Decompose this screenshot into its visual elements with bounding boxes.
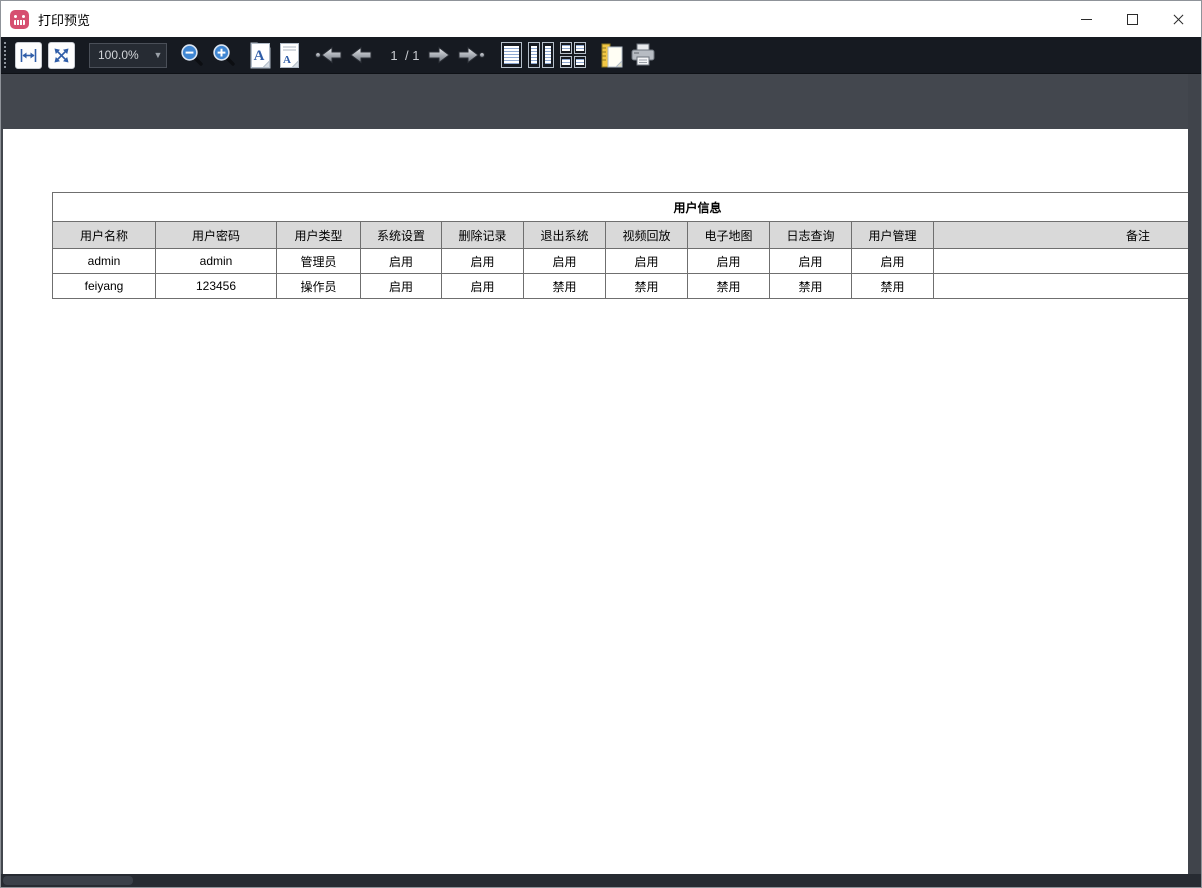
cell: 禁用	[852, 274, 934, 299]
cell: 禁用	[688, 274, 770, 299]
svg-text:A: A	[283, 54, 291, 66]
table-row: feiyang 123456 操作员 启用 启用 禁用 禁用 禁用 禁用 禁用	[53, 274, 1189, 299]
fit-width-icon	[15, 42, 42, 69]
svg-text:A: A	[254, 48, 265, 64]
app-icon	[10, 10, 29, 29]
page-setup-icon	[600, 42, 624, 69]
column-header: 用户管理	[852, 222, 934, 249]
first-page-button[interactable]	[315, 41, 343, 69]
cell	[934, 249, 1189, 274]
cell: admin	[156, 249, 277, 274]
column-header: 退出系统	[524, 222, 606, 249]
last-page-button[interactable]	[457, 41, 485, 69]
print-button[interactable]	[630, 41, 656, 69]
column-header: 备注	[934, 222, 1189, 249]
cell: 启用	[361, 249, 442, 274]
zoom-out-button[interactable]	[179, 41, 205, 69]
four-page-view-button[interactable]	[560, 41, 586, 69]
preview-canvas: 用户信息 用户名称 用户密码 用户类型 系统设置 删除记录 退出系统 视频回放 …	[1, 74, 1201, 887]
cell: 123456	[156, 274, 277, 299]
page-setup-button[interactable]	[600, 41, 624, 69]
next-page-button[interactable]	[427, 41, 451, 69]
zoom-combobox[interactable]: 100.0% ▼	[89, 43, 167, 68]
fit-width-button[interactable]	[15, 41, 42, 69]
column-header: 日志查询	[770, 222, 852, 249]
maximize-icon	[1127, 14, 1138, 25]
single-page-view-icon	[501, 42, 522, 68]
horizontal-scrollbar-track[interactable]	[1, 874, 1201, 887]
close-icon	[1173, 14, 1184, 25]
minimize-icon	[1081, 19, 1092, 20]
user-info-table: 用户信息 用户名称 用户密码 用户类型 系统设置 删除记录 退出系统 视频回放 …	[52, 192, 1188, 299]
cell: feiyang	[53, 274, 156, 299]
print-preview-window: 打印预览	[0, 0, 1202, 888]
cell: 启用	[770, 249, 852, 274]
fit-page-button[interactable]	[48, 41, 75, 69]
toolbar-grip[interactable]	[4, 42, 9, 68]
cell: 启用	[524, 249, 606, 274]
cell: 禁用	[606, 274, 688, 299]
table-row: admin admin 管理员 启用 启用 启用 启用 启用 启用 启用	[53, 249, 1189, 274]
two-page-view-icon	[528, 42, 554, 68]
cell: 启用	[442, 249, 524, 274]
font-larger-icon: A	[278, 42, 301, 69]
prev-page-button[interactable]	[349, 41, 373, 69]
two-page-view-button[interactable]	[528, 41, 554, 69]
vertical-scrollbar-track	[1188, 74, 1201, 887]
column-header: 删除记录	[442, 222, 524, 249]
column-header: 用户密码	[156, 222, 277, 249]
cell: 启用	[606, 249, 688, 274]
first-page-icon	[315, 46, 343, 64]
cell: 启用	[688, 249, 770, 274]
four-page-view-icon	[560, 42, 586, 68]
column-header: 电子地图	[688, 222, 770, 249]
page-number-input[interactable]: 1	[387, 48, 401, 63]
last-page-icon	[457, 46, 485, 64]
column-header: 系统设置	[361, 222, 442, 249]
font-larger-button[interactable]: A	[278, 41, 301, 69]
close-button[interactable]	[1155, 1, 1201, 37]
table-header-row: 用户名称 用户密码 用户类型 系统设置 删除记录 退出系统 视频回放 电子地图 …	[53, 222, 1189, 249]
zoom-in-icon	[211, 42, 237, 68]
column-header: 用户名称	[53, 222, 156, 249]
cell: 管理员	[277, 249, 361, 274]
chevron-down-icon: ▼	[150, 50, 166, 60]
table-title-row: 用户信息	[53, 193, 1189, 222]
next-page-icon	[427, 46, 451, 64]
print-icon	[630, 43, 656, 67]
column-header: 用户类型	[277, 222, 361, 249]
font-smaller-icon: A	[249, 42, 272, 69]
page-total-label: / 1	[405, 48, 419, 63]
cell: 启用	[442, 274, 524, 299]
preview-page: 用户信息 用户名称 用户密码 用户类型 系统设置 删除记录 退出系统 视频回放 …	[3, 129, 1188, 876]
prev-page-icon	[349, 46, 373, 64]
single-page-view-button[interactable]	[501, 41, 522, 69]
cell: 禁用	[770, 274, 852, 299]
table-title: 用户信息	[53, 193, 1189, 222]
cell: 启用	[852, 249, 934, 274]
minimize-button[interactable]	[1063, 1, 1109, 37]
cell: 操作员	[277, 274, 361, 299]
cell: 启用	[361, 274, 442, 299]
zoom-in-button[interactable]	[211, 41, 237, 69]
toolbar: 100.0% ▼ A	[1, 37, 1201, 74]
cell	[934, 274, 1189, 299]
zoom-value: 100.0%	[90, 48, 150, 62]
horizontal-scrollbar-thumb[interactable]	[3, 876, 133, 885]
fit-page-icon	[48, 42, 75, 69]
maximize-button[interactable]	[1109, 1, 1155, 37]
font-smaller-button[interactable]: A	[249, 41, 272, 69]
titlebar: 打印预览	[1, 1, 1201, 37]
cell: 禁用	[524, 274, 606, 299]
zoom-out-icon	[179, 42, 205, 68]
window-title: 打印预览	[38, 10, 90, 29]
cell: admin	[53, 249, 156, 274]
window-controls	[1063, 1, 1201, 37]
column-header: 视频回放	[606, 222, 688, 249]
